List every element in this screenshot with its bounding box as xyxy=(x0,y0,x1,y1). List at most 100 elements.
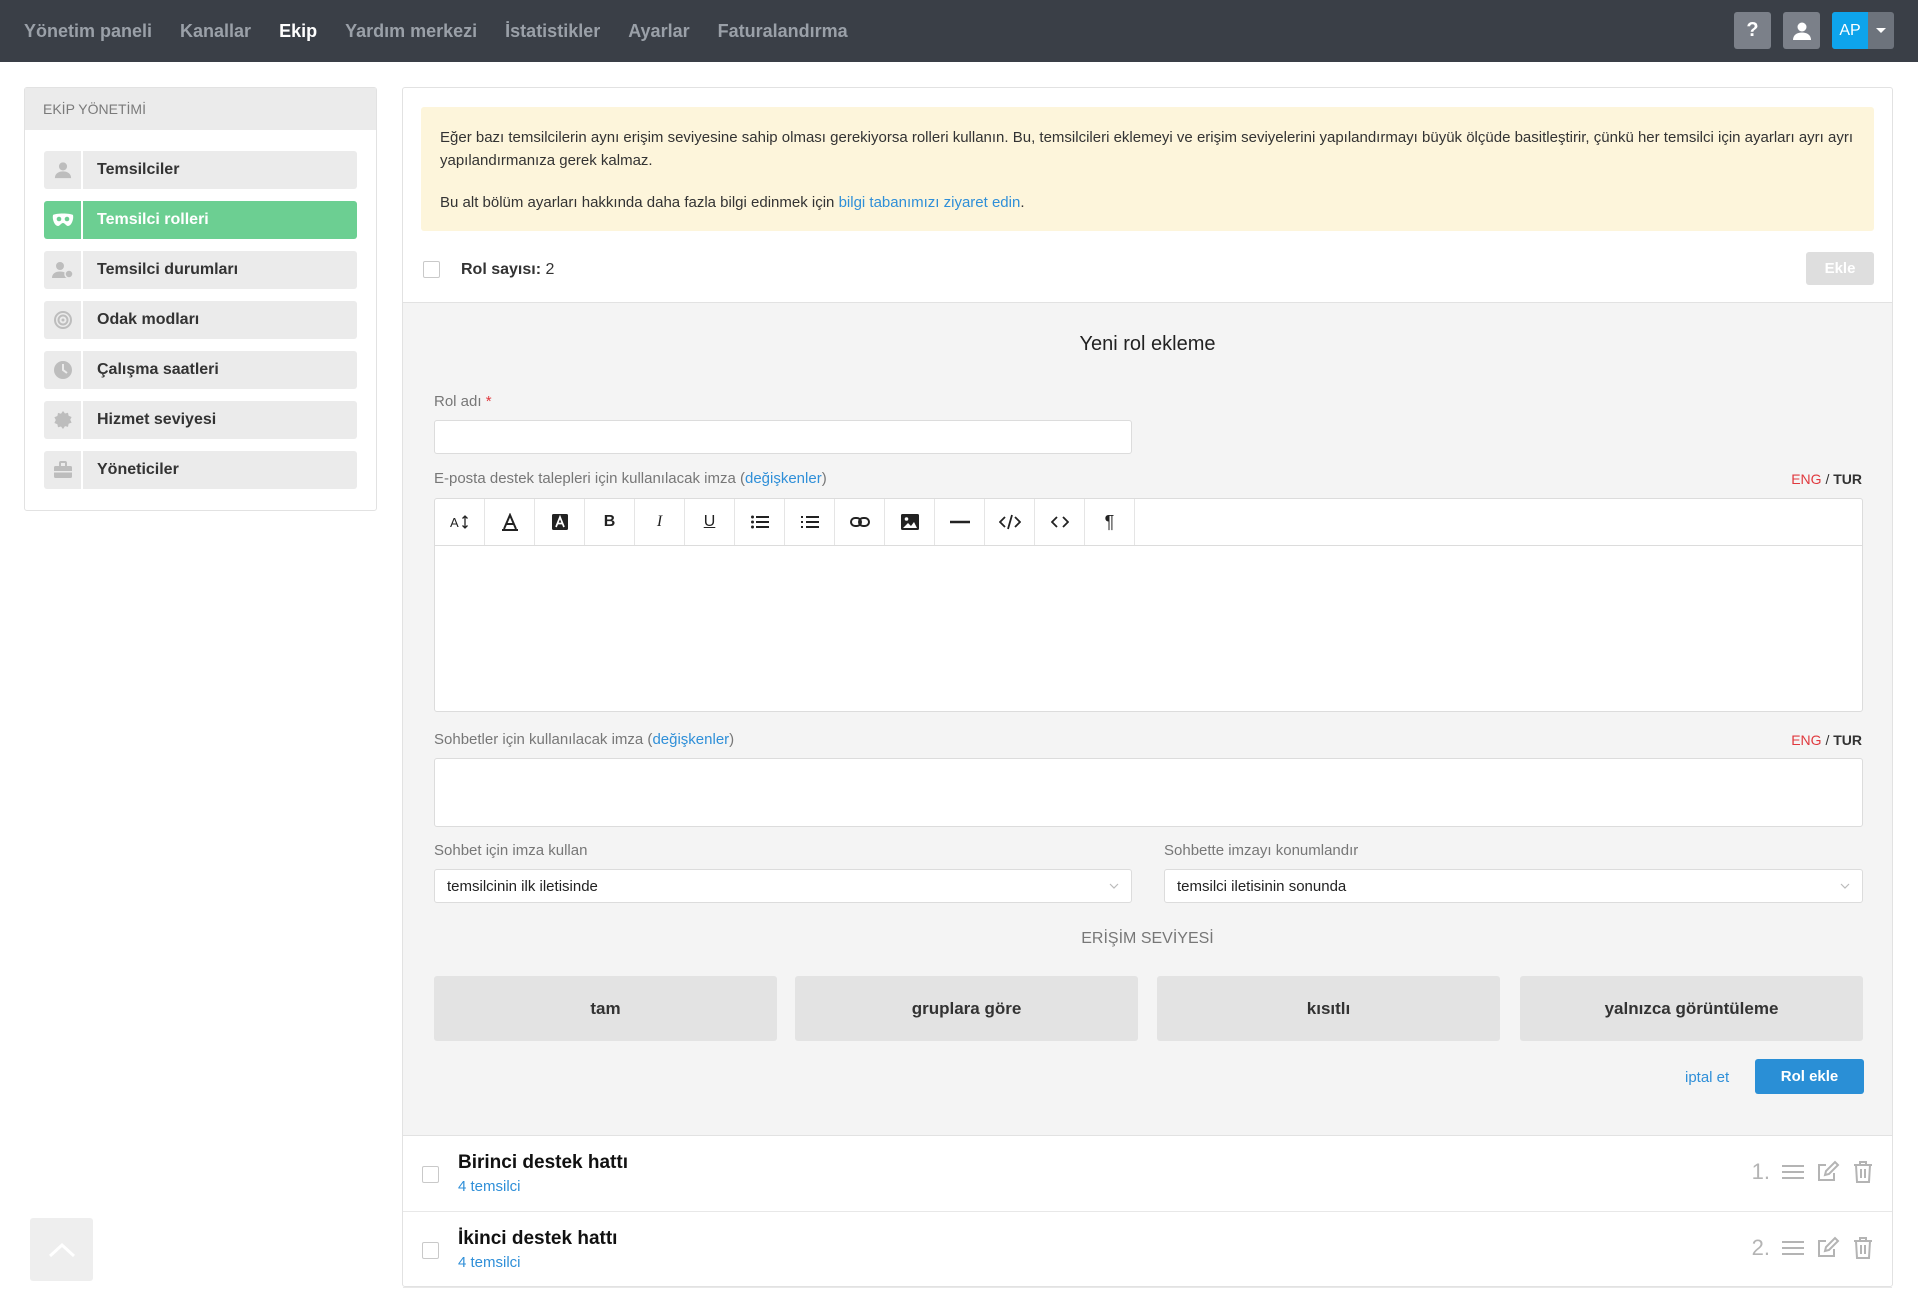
lang-eng-option[interactable]: ENG xyxy=(1791,471,1821,487)
access-full-button[interactable]: tam xyxy=(434,976,777,1041)
role-order: 2. xyxy=(1751,1235,1770,1260)
nav-item-help-center[interactable]: Yardım merkezi xyxy=(345,21,477,42)
row-actions: 2. xyxy=(1752,1235,1874,1261)
sidebar-title: EKİP YÖNETİMİ xyxy=(25,88,376,130)
position-signature-select[interactable]: temsilci iletisinin sonunda xyxy=(1164,869,1863,903)
bullet-list-icon[interactable] xyxy=(735,499,785,545)
caret-down-icon xyxy=(1868,27,1894,35)
notice-text-2: Bu alt bölüm ayarları hakkında daha fazl… xyxy=(440,194,839,211)
italic-icon[interactable]: I xyxy=(635,499,685,545)
lang-separator: / xyxy=(1825,732,1830,748)
lang-tur-option[interactable]: TUR xyxy=(1833,471,1862,487)
svg-text:A: A xyxy=(450,515,459,530)
chat-signature-label-text: Sohbetler için kullanılacak imza ( xyxy=(434,731,653,748)
select-all-checkbox[interactable] xyxy=(423,261,440,278)
sidebar-item-managers[interactable]: Yöneticiler xyxy=(44,451,357,489)
use-signature-select[interactable]: temsilcinin ilk iletisinde xyxy=(434,869,1132,903)
underline-icon[interactable]: U xyxy=(685,499,735,545)
drag-handle-icon[interactable] xyxy=(1782,1239,1804,1257)
row-checkbox[interactable] xyxy=(422,1166,439,1183)
edit-icon[interactable] xyxy=(1816,1160,1840,1184)
cancel-link[interactable]: iptal et xyxy=(1685,1069,1729,1086)
role-agent-count-link[interactable]: 4 temsilci xyxy=(458,1254,521,1271)
lang-eng-option[interactable]: ENG xyxy=(1791,732,1821,748)
access-by-groups-button[interactable]: gruplara göre xyxy=(795,976,1138,1041)
background-color-icon[interactable] xyxy=(535,499,585,545)
email-variables-link[interactable]: değişkenler xyxy=(745,470,822,487)
email-language-switch: ENG / TUR xyxy=(1791,471,1862,487)
form-title: Yeni rol ekleme xyxy=(1079,333,1216,355)
paragraph-icon[interactable]: ¶ xyxy=(1085,499,1135,545)
numbered-list-icon[interactable] xyxy=(785,499,835,545)
profile-button[interactable] xyxy=(1783,12,1820,49)
target-icon xyxy=(44,301,83,339)
sidebar-item-label: Odak modları xyxy=(97,311,200,328)
chevron-down-icon xyxy=(1840,883,1850,889)
sidebar-item-agents[interactable]: Temsilciler xyxy=(44,151,357,189)
chat-signature-input[interactable] xyxy=(434,758,1863,827)
code-icon[interactable] xyxy=(1035,499,1085,545)
clock-icon xyxy=(44,351,83,389)
nav-item-billing[interactable]: Faturalandırma xyxy=(718,21,848,42)
knowledge-base-link[interactable]: bilgi tabanımızı ziyaret edin xyxy=(839,194,1021,211)
role-name-input[interactable] xyxy=(434,420,1132,454)
top-navigation-bar: Yönetim paneli Kanallar Ekip Yardım merk… xyxy=(0,0,1918,62)
role-name[interactable]: İkinci destek hattı xyxy=(458,1228,617,1250)
account-menu[interactable]: AP xyxy=(1832,12,1894,49)
drag-handle-icon[interactable] xyxy=(1782,1163,1804,1181)
add-role-button[interactable]: Ekle xyxy=(1806,252,1874,285)
use-signature-value: temsilcinin ilk iletisinde xyxy=(447,878,598,895)
role-name[interactable]: Birinci destek hattı xyxy=(458,1152,628,1174)
sidebar-item-label: Çalışma saatleri xyxy=(97,361,219,378)
chevron-down-icon xyxy=(1109,883,1119,889)
sidebar-item-agent-statuses[interactable]: Temsilci durumları xyxy=(44,251,357,289)
sidebar-item-label: Temsilciler xyxy=(97,161,180,178)
edit-icon[interactable] xyxy=(1816,1236,1840,1260)
email-signature-close-paren: ) xyxy=(821,470,827,487)
chat-variables-link[interactable]: değişkenler xyxy=(652,731,729,748)
sidebar-item-label: Hizmet seviyesi xyxy=(97,411,217,428)
person-status-icon xyxy=(44,251,83,289)
role-count: Rol sayısı: 2 xyxy=(461,261,554,279)
trash-icon[interactable] xyxy=(1852,1236,1874,1260)
nav-item-settings[interactable]: Ayarlar xyxy=(628,21,689,42)
briefcase-icon xyxy=(44,451,83,489)
access-level-title: ERİŞİM SEVİYESİ xyxy=(1081,930,1214,947)
sidebar-item-label: Temsilci rolleri xyxy=(97,211,209,228)
font-color-icon[interactable] xyxy=(485,499,535,545)
chevron-up-icon xyxy=(48,1242,75,1257)
scroll-to-top-button[interactable] xyxy=(30,1218,93,1281)
add-role-submit-button[interactable]: Rol ekle xyxy=(1755,1059,1864,1094)
lang-tur-option[interactable]: TUR xyxy=(1833,732,1862,748)
sidebar-item-focus-modes[interactable]: Odak modları xyxy=(44,301,357,339)
row-checkbox[interactable] xyxy=(422,1242,439,1259)
link-icon[interactable] xyxy=(835,499,885,545)
nav-item-channels[interactable]: Kanallar xyxy=(180,21,251,42)
sidebar-item-working-hours[interactable]: Çalışma saatleri xyxy=(44,351,357,389)
help-button[interactable]: ? xyxy=(1734,12,1771,49)
email-signature-text-area[interactable] xyxy=(435,546,1862,712)
font-size-icon[interactable]: A xyxy=(435,499,485,545)
sidebar-item-service-level[interactable]: Hizmet seviyesi xyxy=(44,401,357,439)
sidebar-item-label: Temsilci durumları xyxy=(97,261,239,278)
horizontal-rule-icon[interactable] xyxy=(935,499,985,545)
nav-item-team[interactable]: Ekip xyxy=(279,21,317,42)
agent-roles-panel: Eğer bazı temsilcilerin aynı erişim sevi… xyxy=(402,87,1893,1288)
sidebar-item-agent-roles[interactable]: Temsilci rolleri xyxy=(44,201,357,239)
new-role-form: Yeni rol ekleme Rol adı * E-posta destek… xyxy=(403,302,1892,1136)
sidebar-item-label: Yöneticiler xyxy=(97,461,179,478)
code-view-icon[interactable] xyxy=(985,499,1035,545)
nav-item-statistics[interactable]: İstatistikler xyxy=(505,21,600,42)
trash-icon[interactable] xyxy=(1852,1160,1874,1184)
position-signature-label: Sohbette imzayı konumlandır xyxy=(1164,842,1359,859)
image-icon[interactable] xyxy=(885,499,935,545)
access-view-only-button[interactable]: yalnızca görüntüleme xyxy=(1520,976,1863,1041)
role-agent-count-link[interactable]: 4 temsilci xyxy=(458,1178,521,1195)
bold-icon[interactable]: B xyxy=(585,499,635,545)
required-marker: * xyxy=(485,393,492,410)
role-order: 1. xyxy=(1751,1159,1770,1184)
row-actions: 1. xyxy=(1752,1159,1874,1185)
nav-item-dashboard[interactable]: Yönetim paneli xyxy=(24,21,152,42)
access-restricted-button[interactable]: kısıtlı xyxy=(1157,976,1500,1041)
user-icon xyxy=(1792,22,1811,40)
